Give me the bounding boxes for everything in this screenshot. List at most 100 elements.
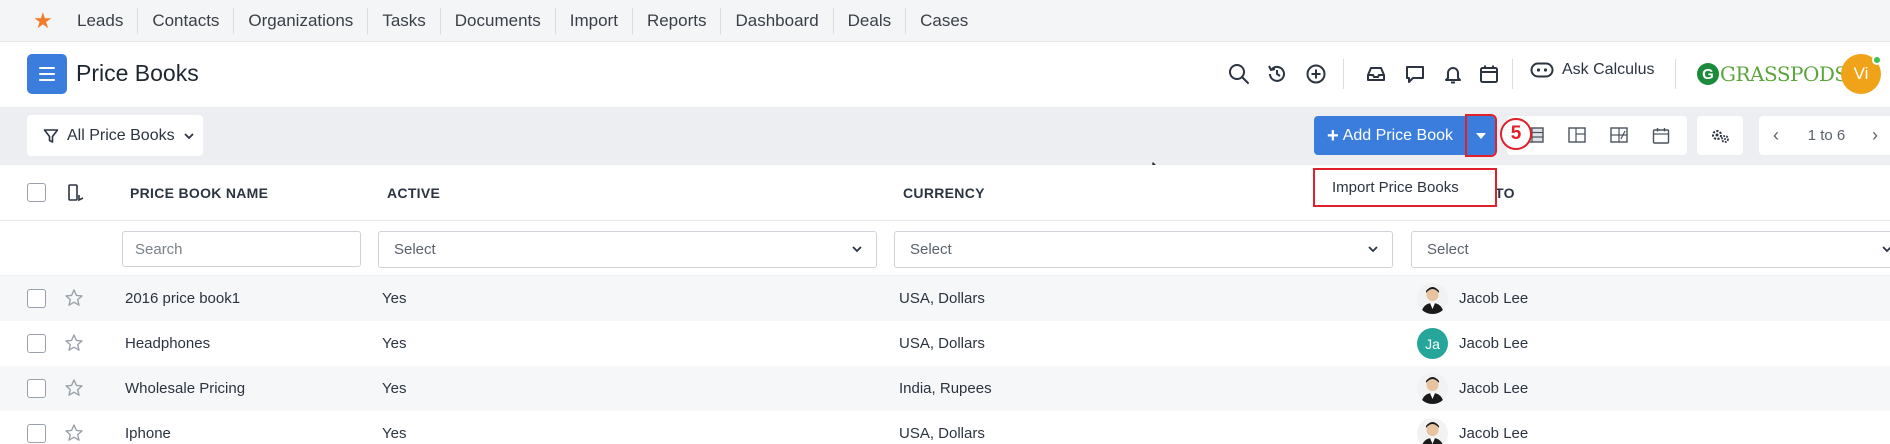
nav-deals[interactable]: Deals: [834, 7, 907, 34]
add-circle-icon[interactable]: [1303, 61, 1329, 87]
header-divider: [1343, 59, 1344, 89]
add-price-book-button[interactable]: + Add Price Book: [1314, 116, 1466, 155]
pagination: ‹ 1 to 6 ›: [1759, 116, 1890, 155]
step-callout-5: 5: [1500, 118, 1532, 150]
calendar-icon[interactable]: [1476, 61, 1502, 87]
favorite-star-icon[interactable]: [64, 423, 84, 443]
table-row[interactable]: Iphone Yes USA, Dollars Jacob Lee: [0, 411, 1890, 444]
active-value: Yes: [382, 380, 407, 397]
row-checkbox[interactable]: [27, 334, 46, 353]
assigned-to-filter-select[interactable]: Select: [1411, 231, 1890, 268]
add-options-dropdown-toggle[interactable]: [1465, 114, 1497, 157]
module-nav: Leads Contacts Organizations Tasks Docum…: [63, 0, 982, 41]
nav-dashboard[interactable]: Dashboard: [721, 7, 834, 34]
notification-bell-icon[interactable]: [1440, 61, 1466, 87]
name-search-input[interactable]: [122, 231, 361, 267]
plus-icon: +: [1327, 124, 1339, 147]
currency-filter-select[interactable]: Select: [894, 231, 1393, 268]
select-placeholder: Select: [394, 241, 436, 258]
table-header: PRICE BOOK NAME ACTIVE CURRENCY TO: [0, 165, 1890, 221]
inbox-icon[interactable]: [1363, 61, 1389, 87]
price-book-name[interactable]: Headphones: [125, 335, 210, 352]
logo-mark: G: [1697, 63, 1719, 85]
chevron-down-icon: [1882, 246, 1890, 253]
nav-documents[interactable]: Documents: [441, 7, 556, 34]
price-book-name[interactable]: Wholesale Pricing: [125, 380, 245, 397]
chat-icon[interactable]: [1402, 61, 1428, 87]
active-value: Yes: [382, 425, 407, 442]
column-filter-row: Select Select Select: [0, 221, 1890, 276]
nav-contacts[interactable]: Contacts: [138, 7, 235, 34]
previous-page-icon[interactable]: ‹: [1759, 125, 1793, 146]
price-book-name[interactable]: 2016 price book1: [125, 290, 240, 307]
nav-import[interactable]: Import: [556, 7, 633, 34]
chevron-down-icon: [852, 246, 862, 253]
favorite-star-icon[interactable]: [64, 333, 84, 353]
select-placeholder: Select: [910, 241, 952, 258]
summary-view-icon[interactable]: [1609, 125, 1629, 145]
active-value: Yes: [382, 335, 407, 352]
active-value: Yes: [382, 290, 407, 307]
online-status-dot: [1872, 55, 1882, 65]
assistant-icon: [1530, 62, 1554, 78]
page-header: Price Books Ask Calculus G GRASSPODS Vi: [0, 42, 1890, 107]
row-checkbox[interactable]: [27, 424, 46, 443]
owner-initials-avatar: Ja: [1417, 328, 1448, 359]
row-checkbox[interactable]: [27, 379, 46, 398]
caret-down-icon: [1476, 132, 1486, 139]
favorite-star-icon[interactable]: [64, 288, 84, 308]
kanban-view-icon[interactable]: [1567, 125, 1587, 145]
column-header-active[interactable]: ACTIVE: [387, 185, 440, 201]
user-avatar[interactable]: Vi: [1841, 54, 1882, 94]
nav-tasks[interactable]: Tasks: [368, 7, 441, 34]
list-filter-dropdown[interactable]: All Price Books: [27, 115, 203, 156]
nav-leads[interactable]: Leads: [63, 7, 139, 34]
page-range: 1 to 6: [1807, 127, 1846, 144]
list-toolbar: All Price Books + Add Price Book ‹ 1 to …: [0, 107, 1890, 165]
owner-photo-avatar: [1417, 283, 1448, 314]
calendar-view-icon[interactable]: [1651, 125, 1671, 145]
column-header-assigned-to[interactable]: TO: [1495, 185, 1515, 201]
column-header-price-book-name[interactable]: PRICE BOOK NAME: [130, 185, 268, 201]
filter-label: All Price Books: [67, 126, 175, 144]
row-checkbox[interactable]: [27, 289, 46, 308]
price-book-name[interactable]: Iphone: [125, 425, 171, 442]
column-header-currency[interactable]: CURRENCY: [903, 185, 985, 201]
active-filter-select[interactable]: Select: [378, 231, 877, 268]
column-chooser-icon[interactable]: [67, 183, 85, 208]
currency-value: USA, Dollars: [899, 290, 985, 307]
gears-icon: [1712, 129, 1729, 143]
list-settings-button[interactable]: [1697, 116, 1743, 155]
search-icon[interactable]: [1226, 61, 1252, 87]
table-row[interactable]: 2016 price book1 Yes USA, Dollars Jacob …: [0, 276, 1890, 321]
history-icon[interactable]: [1264, 61, 1290, 87]
nav-organizations[interactable]: Organizations: [234, 7, 369, 34]
owner-name: Jacob Lee: [1459, 290, 1529, 307]
select-placeholder: Select: [1427, 241, 1469, 258]
header-divider: [1512, 59, 1513, 89]
header-divider: [1675, 59, 1676, 89]
currency-value: USA, Dollars: [899, 335, 985, 352]
favorite-star-icon[interactable]: [64, 378, 84, 398]
page-title: Price Books: [76, 60, 199, 86]
currency-value: India, Rupees: [899, 380, 992, 397]
chevron-down-icon: [183, 132, 194, 139]
favorites-star-icon[interactable]: ★: [33, 9, 63, 32]
company-logo: G GRASSPODS: [1697, 58, 1848, 90]
next-page-icon[interactable]: ›: [1860, 125, 1890, 146]
nav-cases[interactable]: Cases: [906, 8, 982, 34]
user-initials: Vi: [1853, 64, 1869, 83]
ask-calculus-button[interactable]: Ask Calculus: [1530, 61, 1654, 79]
view-switcher: [1507, 116, 1687, 155]
table-row[interactable]: Headphones Yes USA, Dollars Ja Jacob Lee: [0, 321, 1890, 366]
import-price-books-menu-item[interactable]: Import Price Books: [1313, 168, 1497, 207]
table-row[interactable]: Wholesale Pricing Yes India, Rupees Jaco…: [0, 366, 1890, 411]
filter-icon: [43, 128, 59, 143]
select-all-checkbox[interactable]: [27, 183, 46, 202]
currency-value: USA, Dollars: [899, 425, 985, 442]
owner-name: Jacob Lee: [1459, 425, 1529, 442]
top-navigation: ★ Leads Contacts Organizations Tasks Doc…: [0, 0, 1890, 42]
menu-toggle-button[interactable]: [27, 54, 67, 94]
owner-photo-avatar: [1417, 418, 1448, 444]
nav-reports[interactable]: Reports: [633, 7, 722, 34]
